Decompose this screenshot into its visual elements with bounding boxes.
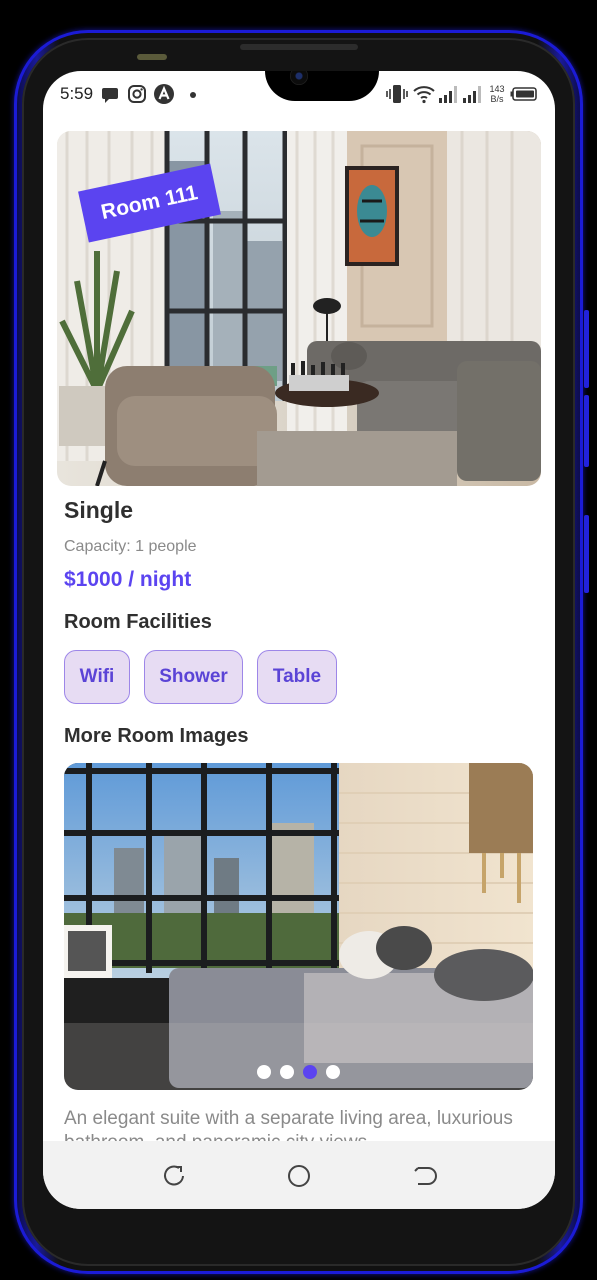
net-speed-unit: B/s [490, 94, 504, 104]
instagram-icon [128, 85, 146, 103]
net-speed-value: 143 [489, 84, 505, 94]
carousel-dot-active[interactable] [303, 1065, 317, 1079]
carousel-dot[interactable] [257, 1065, 271, 1079]
facility-chip-wifi[interactable]: Wifi [64, 650, 130, 704]
net-speed: 143 B/s [487, 84, 507, 104]
room-image-carousel[interactable] [64, 763, 533, 1090]
message-icon [102, 88, 118, 103]
facilities-heading: Room Facilities [64, 611, 212, 633]
facility-chip-table[interactable]: Table [257, 650, 337, 704]
volume-button [584, 310, 589, 388]
earpiece-speaker [240, 44, 358, 50]
signal-icon [439, 86, 457, 103]
wifi-icon [413, 86, 435, 104]
dot-icon [190, 92, 196, 98]
carousel-dot[interactable] [326, 1065, 340, 1079]
proximity-sensor [137, 54, 167, 60]
back-icon[interactable] [409, 1161, 439, 1191]
room-price: $1000 / night [64, 568, 192, 591]
app-a-icon [154, 84, 174, 104]
room-description: An elegant suite with a separate living … [64, 1108, 513, 1141]
signal-icon [463, 86, 481, 103]
carousel-dot[interactable] [280, 1065, 294, 1079]
battery-icon [510, 87, 537, 101]
recents-icon[interactable] [159, 1161, 189, 1191]
carousel-pagination [64, 1065, 533, 1079]
phone-screen: 5:59 143 B/s Room 111 Single Capacity: 1… [43, 71, 555, 1209]
home-icon[interactable] [284, 1161, 314, 1191]
room-hero-image: Room 111 [57, 131, 541, 486]
status-time: 5:59 [60, 84, 94, 103]
system-nav-bar [43, 1141, 555, 1209]
room-details-content[interactable]: Room 111 Single Capacity: 1 people $1000… [43, 117, 555, 1141]
room-type-title: Single [64, 497, 134, 523]
facility-chip-shower[interactable]: Shower [144, 650, 243, 704]
volume-button [584, 395, 589, 467]
bedroom-photo [64, 763, 533, 1090]
more-images-heading: More Room Images [64, 725, 249, 747]
power-button [584, 515, 589, 593]
vibrate-icon [386, 85, 408, 103]
room-capacity: Capacity: 1 people [64, 538, 197, 555]
camera-notch [265, 71, 379, 101]
